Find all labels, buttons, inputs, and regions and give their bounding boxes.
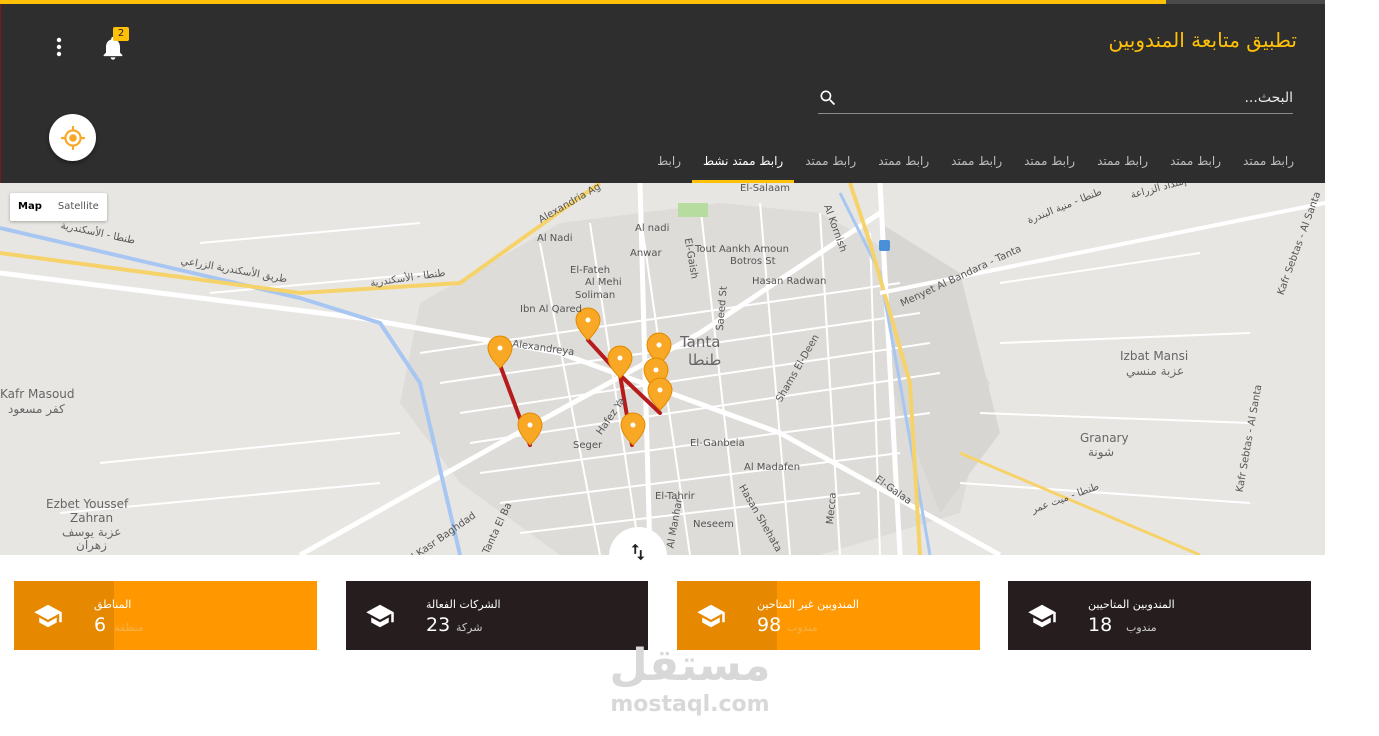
graduation-cap-icon xyxy=(34,604,62,627)
map-label: زهران xyxy=(76,538,107,552)
map-label: Al Madafen xyxy=(744,462,801,473)
tab-active-extended-link[interactable]: رابط ممتد نشط xyxy=(692,141,795,183)
watermark-latin: mostaql.com xyxy=(610,692,770,717)
map-label: Anwar xyxy=(630,248,662,259)
map-type-toggle: Map Satellite xyxy=(10,193,107,221)
map-label: Al nadi xyxy=(635,223,670,234)
stat-value: 18 xyxy=(1088,614,1113,636)
map-label: Ezbet Youssef xyxy=(46,497,129,511)
more-vertical-icon xyxy=(56,37,62,57)
nav-tabs: رابط رابط ممتد نشط رابط ممتد رابط ممتد ر… xyxy=(646,141,1305,183)
stat-label: الشركات الفعالة xyxy=(426,598,501,611)
search-icon[interactable] xyxy=(818,88,838,108)
stat-card-regions: المناطق 6 منطقة xyxy=(14,581,317,650)
stat-unit: مندوب xyxy=(787,621,818,634)
map-label: Neseem xyxy=(693,519,734,530)
stat-label: المندوبين المتاحيين xyxy=(1088,598,1175,611)
watermark: مستقل mostaql.com xyxy=(600,640,780,725)
search-input[interactable] xyxy=(853,84,1293,112)
tab-extended-link[interactable]: رابط ممتد xyxy=(794,141,867,183)
map-type-map-button[interactable]: Map xyxy=(10,193,50,221)
map-label: طنطا xyxy=(688,351,722,369)
stat-label: المندوبين غير المتاحين xyxy=(757,598,859,611)
stat-value: 23 xyxy=(426,614,451,636)
map-label: Ibn Al Qared xyxy=(520,304,583,315)
tab-extended-link[interactable]: رابط ممتد xyxy=(1159,141,1232,183)
tab-extended-link[interactable]: رابط ممتد xyxy=(1013,141,1086,183)
map-type-satellite-button[interactable]: Satellite xyxy=(50,193,107,221)
watermark-arabic: مستقل xyxy=(609,640,771,691)
swap-vertical-icon xyxy=(631,543,645,561)
map-label: Seger xyxy=(573,440,603,451)
stat-unit: مندوب xyxy=(1126,621,1157,634)
tab-extended-link[interactable]: رابط ممتد xyxy=(1232,141,1305,183)
map-view[interactable]: Map Satellite Tanta طنطا Izbat Mansi عزب… xyxy=(0,183,1325,555)
graduation-cap-icon xyxy=(366,604,394,627)
my-location-button[interactable] xyxy=(49,114,96,161)
stat-unit: منطقة xyxy=(114,621,144,634)
map-label: كفر مسعود xyxy=(8,402,65,416)
map-label: Al Mehi xyxy=(585,277,622,288)
app-root: تطبيق متابعة المندوبين 2 البحث... رابط ر… xyxy=(0,0,1379,736)
map-label: Zahran xyxy=(70,511,114,525)
stat-value: 6 xyxy=(94,614,107,636)
graduation-cap-icon xyxy=(1028,604,1056,627)
map-label: El-Ganbeia xyxy=(690,438,745,449)
map-label: Granary xyxy=(1080,431,1129,445)
map-label: عزبة منسي xyxy=(1126,364,1185,378)
tab-extended-link[interactable]: رابط ممتد xyxy=(1086,141,1159,183)
map-label: El-Salaam xyxy=(740,183,790,194)
more-options-button[interactable] xyxy=(49,34,69,60)
map-label: Hasan Radwan xyxy=(752,276,827,287)
tab-link[interactable]: رابط xyxy=(646,141,692,183)
map-label: Botros St xyxy=(730,256,776,267)
gps-target-icon xyxy=(60,125,85,150)
notification-count-badge: 2 xyxy=(113,27,129,41)
map-label: شونة xyxy=(1088,445,1115,459)
swap-panel-button[interactable] xyxy=(609,527,667,585)
tab-extended-link[interactable]: رابط ممتد xyxy=(867,141,940,183)
map-label: Soliman xyxy=(575,290,616,301)
stat-value: 98 xyxy=(757,614,782,636)
map-label: Kafr Masoud xyxy=(0,387,75,401)
map-label: Al Nadi xyxy=(537,233,573,244)
map-label: Izbat Mansi xyxy=(1120,349,1189,363)
graduation-cap-icon xyxy=(697,604,725,627)
search-bar xyxy=(818,84,1293,114)
stat-card-available-agents: المندوبين المتاحيين 18 مندوب xyxy=(1008,581,1311,650)
app-header: تطبيق متابعة المندوبين 2 البحث... رابط ر… xyxy=(0,4,1325,183)
map-label: Tout Aankh Amoun xyxy=(695,244,789,255)
map-label: عزبة يوسف xyxy=(62,525,122,539)
map-label: Tanta xyxy=(680,333,721,351)
tab-extended-link[interactable]: رابط ممتد xyxy=(940,141,1013,183)
app-title: تطبيق متابعة المندوبين xyxy=(1108,28,1297,52)
stat-label: المناطق xyxy=(94,598,132,611)
map-label: El-Fateh xyxy=(570,265,611,276)
stat-unit: شركة xyxy=(456,621,483,634)
